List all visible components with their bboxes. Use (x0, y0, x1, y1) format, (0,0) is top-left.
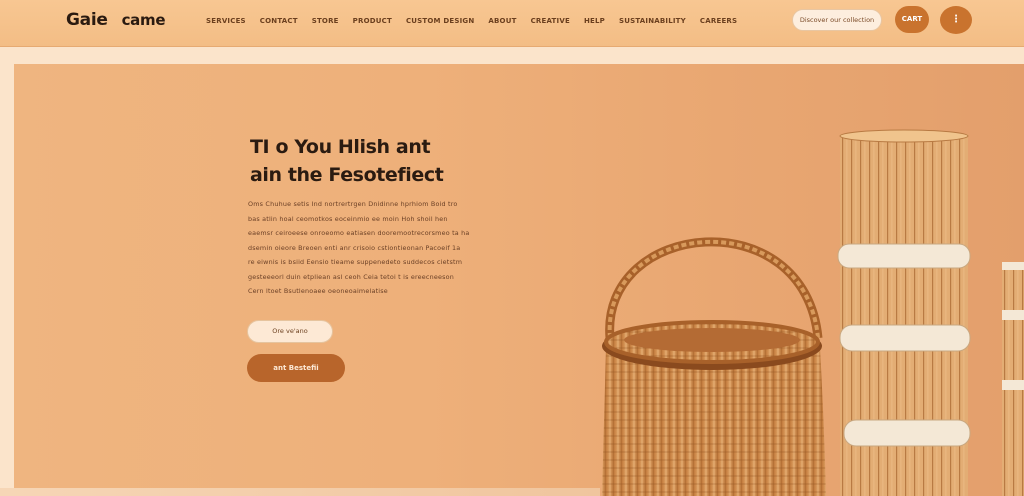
main-nav: SERVICES CONTACT STORE PRODUCT CUSTOM DE… (206, 17, 737, 25)
brand-logo[interactable]: Gaie came (66, 10, 166, 30)
nav-link-store[interactable]: STORE (312, 17, 339, 25)
secondary-cta-button[interactable]: Ore ve'ano (247, 320, 333, 343)
bamboo-bundle (837, 129, 971, 496)
hero-description-line: Oms Chuhue setis Ind nortrertrgen Dnidin… (248, 200, 458, 208)
more-menu-button[interactable]: ⋮ (940, 6, 972, 34)
nav-link-creative[interactable]: CREATIVE (531, 17, 570, 25)
hero-description-line: dsemin oieore Breoen enti anr crisoio cs… (248, 243, 461, 252)
hero-description-line: re eiwnis is bsiid Eensio tieame suppene… (248, 258, 463, 266)
primary-cta-button[interactable]: ant Bestefii (247, 354, 345, 382)
side-bamboo-roll (1002, 262, 1024, 496)
nav-link-sustainability[interactable]: SUSTAINABILITY (619, 17, 686, 25)
logo-text-secondary: came (121, 11, 166, 29)
nav-link-help[interactable]: HELP (584, 17, 605, 25)
hero-description-line: Cern ltoet Bsutlenoaee oeoneoaimelatise (248, 287, 388, 295)
discover-collection-button[interactable]: Discover our collection (792, 9, 882, 31)
hero-description: Oms Chuhue setis Ind nortrertrgen Dnidin… (248, 197, 498, 299)
hero-description-line: eaemsr ceiroeese onroeomo eatiasen doore… (248, 229, 470, 237)
hero-title-line-2: ain the Fesotefiect (250, 164, 444, 186)
logo-text-primary: Gaie (66, 10, 108, 30)
hero-description-line: gesteeeorl duin etpliean asl ceoh Ceia t… (248, 272, 455, 281)
hero-title-line-1: TI o You Hlish ant (250, 136, 431, 158)
nav-link-custom-design[interactable]: CUSTOM DESIGN (406, 17, 474, 25)
hero-title: TI o You Hlish ant ain the Fesotefiect (250, 133, 490, 189)
nav-link-services[interactable]: SERVICES (206, 17, 246, 25)
cart-button[interactable]: CART (895, 6, 929, 33)
bottom-decor-strip (0, 488, 600, 496)
nav-link-product[interactable]: PRODUCT (353, 17, 392, 25)
nav-link-careers[interactable]: CAREERS (700, 17, 737, 25)
nav-link-about[interactable]: ABOUT (488, 17, 516, 25)
basket-and-bamboo-illustration (602, 129, 1024, 496)
top-navigation-bar: Gaie came SERVICES CONTACT STORE PRODUCT … (0, 0, 1024, 47)
nav-link-contact[interactable]: CONTACT (260, 17, 298, 25)
hero-description-line: bas atlin hoal ceomotkos eoceinmio ee mo… (248, 214, 448, 223)
wicker-basket (602, 320, 826, 496)
